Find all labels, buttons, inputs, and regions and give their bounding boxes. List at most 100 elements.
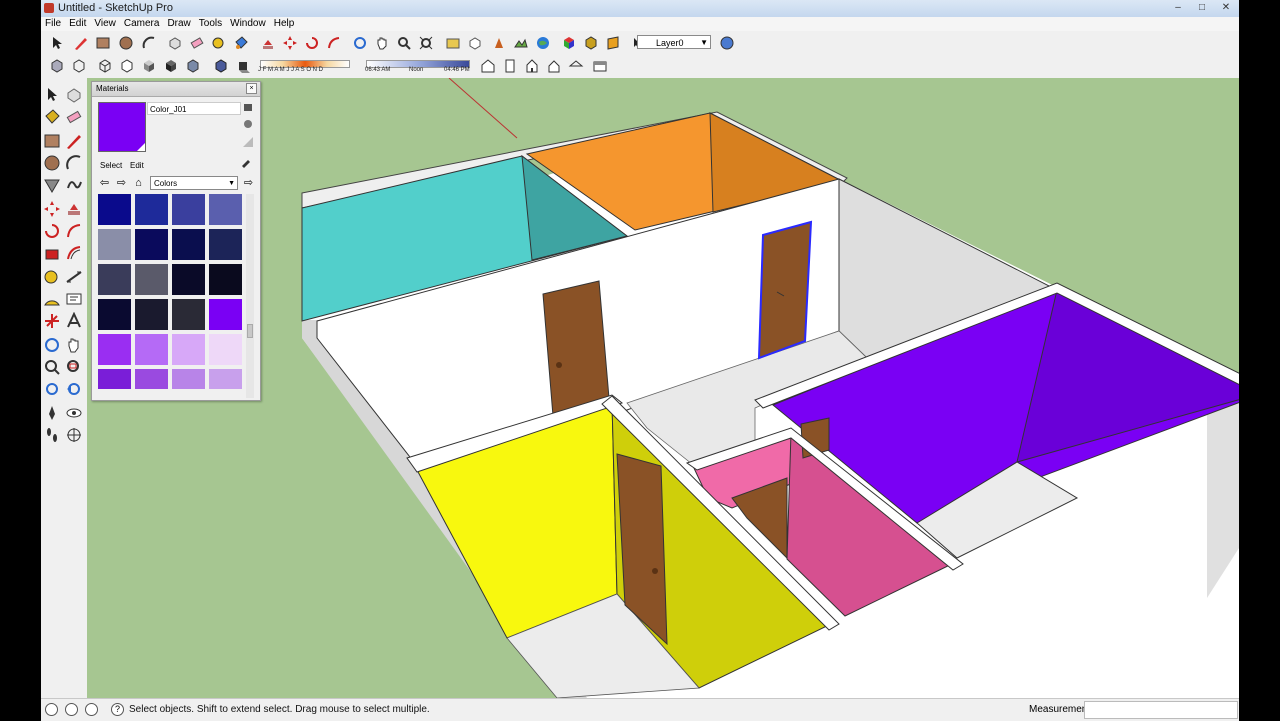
pencil-line-icon[interactable] [73, 35, 89, 51]
material-swatch[interactable] [135, 334, 168, 365]
material-swatch[interactable] [172, 369, 205, 389]
material-swatch[interactable] [172, 334, 205, 365]
menu-view[interactable]: View [90, 17, 120, 31]
menu-tools[interactable]: Tools [195, 17, 226, 31]
rectangle-icon[interactable] [95, 35, 111, 51]
create-material-icon[interactable] [242, 118, 254, 130]
polygon-tool-icon[interactable] [43, 176, 61, 194]
user-account-icon[interactable] [85, 703, 98, 716]
hidden-line-icon[interactable] [119, 58, 135, 74]
default-material-icon[interactable] [242, 136, 254, 148]
rectangle-tool-icon[interactable] [43, 132, 61, 150]
zoom-extents-icon[interactable] [418, 35, 434, 51]
material-swatch[interactable] [172, 299, 205, 330]
material-swatch[interactable] [135, 229, 168, 260]
line-tool-icon[interactable] [65, 132, 83, 150]
close-button[interactable]: ✕ [1215, 1, 1237, 14]
3d-text-tool-icon[interactable] [65, 312, 83, 330]
walk-tool-icon[interactable] [43, 426, 61, 444]
protractor-tool-icon[interactable] [43, 290, 61, 308]
zoom-extents-tool-icon[interactable] [43, 380, 61, 398]
forward-arrow-icon[interactable]: ⇨ [115, 177, 128, 190]
text-tool-icon[interactable] [65, 290, 83, 308]
minimize-button[interactable]: – [1167, 1, 1189, 14]
material-swatch[interactable] [172, 264, 205, 295]
add-location-icon[interactable] [491, 35, 507, 51]
circle-icon[interactable] [118, 35, 134, 51]
material-swatch[interactable] [98, 229, 131, 260]
components-icon[interactable] [561, 35, 577, 51]
material-swatch[interactable] [98, 334, 131, 365]
eyedropper-icon[interactable] [240, 156, 252, 168]
styles-icon[interactable] [583, 35, 599, 51]
axes-tool-icon[interactable] [43, 312, 61, 330]
menu-help[interactable]: Help [270, 17, 299, 31]
display-shadows-icon[interactable] [235, 58, 251, 74]
collection-dropdown[interactable]: Colors ▼ [150, 176, 238, 190]
toggle-terrain-icon[interactable] [513, 35, 529, 51]
zoom-icon[interactable] [396, 35, 412, 51]
home-icon[interactable]: ⌂ [132, 177, 145, 190]
credits-icon[interactable] [65, 703, 78, 716]
shadow-time-slider[interactable]: 06:43 AM Noon 04:46 PM [362, 57, 472, 75]
material-swatch[interactable] [209, 194, 242, 225]
front-view-icon[interactable] [524, 58, 540, 74]
display-secondary-icon[interactable] [242, 101, 254, 113]
material-swatch[interactable] [172, 229, 205, 260]
shaded-textures-icon[interactable] [163, 58, 179, 74]
menu-camera[interactable]: Camera [120, 17, 164, 31]
tape-measure-icon[interactable] [211, 35, 227, 51]
zoom-window-tool-icon[interactable] [65, 358, 83, 376]
top-view-icon[interactable] [502, 58, 518, 74]
follow-me-tool-icon[interactable] [65, 222, 83, 240]
selected-material-swatch[interactable] [98, 102, 146, 152]
follow-me-icon[interactable] [326, 35, 342, 51]
material-swatch[interactable] [135, 299, 168, 330]
paint-bucket-icon[interactable] [233, 35, 249, 51]
move-icon[interactable] [282, 35, 298, 51]
help-icon[interactable]: ? [111, 703, 124, 716]
layer-manager-icon[interactable] [719, 35, 735, 51]
dimension-tool-icon[interactable] [65, 268, 83, 286]
layer-dropdown[interactable]: Layer0 ▼ [637, 35, 711, 49]
material-swatch[interactable] [135, 369, 168, 389]
section-plane-tool-icon[interactable] [65, 426, 83, 444]
section-plane-icon[interactable] [605, 35, 621, 51]
rotate-icon[interactable] [304, 35, 320, 51]
material-swatch[interactable] [98, 264, 131, 295]
right-view-icon[interactable] [546, 58, 562, 74]
push-pull-icon[interactable] [260, 35, 276, 51]
maximize-button[interactable]: □ [1191, 1, 1213, 14]
standard-views-iso-icon[interactable] [480, 58, 496, 74]
material-swatch[interactable] [209, 299, 242, 330]
tape-measure-tool-icon[interactable] [43, 268, 61, 286]
pan-hand-icon[interactable] [374, 35, 390, 51]
monochrome-icon[interactable] [185, 58, 201, 74]
back-arrow-icon[interactable]: ⇦ [98, 177, 111, 190]
rotate-tool-icon[interactable] [43, 222, 61, 240]
zoom-tool-icon[interactable] [43, 358, 61, 376]
back-view-icon[interactable] [568, 58, 584, 74]
paint-bucket-tool-icon[interactable] [43, 108, 61, 126]
details-arrow-icon[interactable]: ⇨ [242, 177, 255, 190]
tab-edit[interactable]: Edit [130, 161, 144, 170]
circle-tool-icon[interactable] [43, 154, 61, 172]
freehand-tool-icon[interactable] [65, 176, 83, 194]
material-swatch[interactable] [98, 369, 131, 389]
close-icon[interactable]: × [246, 83, 257, 94]
component-tool-icon[interactable] [65, 86, 83, 104]
materials-panel-header[interactable]: Materials × [92, 82, 260, 97]
orbit-tool-icon[interactable] [43, 336, 61, 354]
material-swatch[interactable] [209, 264, 242, 295]
menu-draw[interactable]: Draw [163, 17, 194, 31]
push-pull-tool-icon[interactable] [65, 200, 83, 218]
arc-icon[interactable] [141, 35, 157, 51]
arc-tool-icon[interactable] [65, 154, 83, 172]
look-around-tool-icon[interactable] [65, 404, 83, 422]
offset-tool-icon[interactable] [65, 244, 83, 262]
pan-tool-icon[interactable] [65, 336, 83, 354]
move-tool-icon[interactable] [43, 200, 61, 218]
make-component-icon[interactable] [167, 35, 183, 51]
geo-location-icon[interactable] [45, 703, 58, 716]
scrollbar-thumb[interactable] [247, 324, 253, 338]
